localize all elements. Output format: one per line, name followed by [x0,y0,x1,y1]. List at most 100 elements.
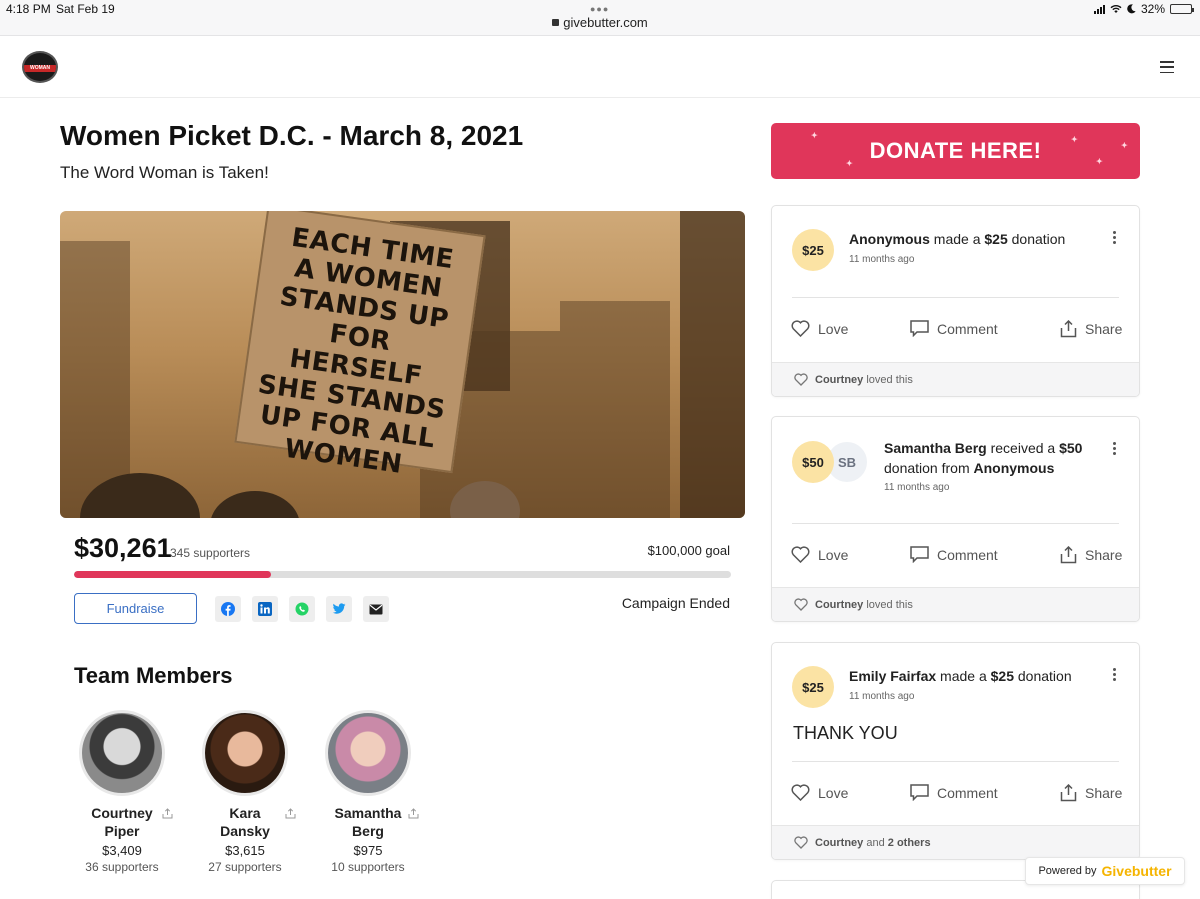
footer-text: loved this [866,598,913,611]
donation-amount: $50 [1059,440,1083,456]
member-last-name: Piper [104,823,140,839]
love-button[interactable]: Love [791,320,848,337]
progress-bar [74,571,731,578]
liker-name[interactable]: Courtney [815,599,863,611]
share-buttons [215,596,389,622]
donation-headline: Emily Fairfax made a $25 donation [849,666,1072,686]
donation-amount-badge: $25 [792,229,834,271]
comment-button[interactable]: Comment [910,784,998,801]
share-icon [1060,784,1077,802]
logo-text: WOMAN [30,65,50,71]
donation-amount: $25 [984,231,1008,247]
givebutter-logo: Givebutter [1101,863,1172,879]
donate-button[interactable]: ✦ ✦ ✦ ✦ ✦ DONATE HERE! [771,123,1140,179]
headline-text: made a [936,668,991,684]
comment-button[interactable]: Comment [910,320,998,337]
whatsapp-icon[interactable] [289,596,315,622]
footer-text: and [866,836,885,849]
card-footer: Courtney loved this [772,587,1139,621]
donor-name: Emily Fairfax [849,668,937,684]
love-button[interactable]: Love [791,546,848,563]
site-header: WOMAN [0,37,1200,98]
linkedin-icon[interactable] [252,596,278,622]
more-options-icon[interactable] [1113,442,1117,455]
status-bar: 4:18 PM Sat Feb 19 ●●● givebutter.com 32… [0,0,1200,36]
avatar[interactable] [202,710,288,796]
donation-card: $25 Emily Fairfax made a $25 donation 11… [771,642,1140,860]
fundraise-button[interactable]: Fundraise [74,593,197,624]
headline-text: donation [1014,668,1072,684]
avatar[interactable] [79,710,165,796]
liker-name[interactable]: Courtney [815,374,863,386]
campaign-status: Campaign Ended [621,595,730,611]
member-name[interactable]: Courtney Piper [57,804,187,840]
donation-headline: Anonymous made a $25 donation [849,229,1065,249]
site-logo[interactable]: WOMAN [22,51,58,83]
address-bar[interactable]: givebutter.com [0,15,1200,30]
wifi-icon [1110,5,1122,13]
team-member-card[interactable]: Samantha Berg $975 10 supporters [303,710,433,874]
team-member-card[interactable]: Kara Dansky $3,615 27 supporters [180,710,310,874]
liker-name[interactable]: Courtney [815,837,863,849]
card-footer: Courtney and 2 others [772,825,1139,859]
comment-label: Comment [937,784,998,801]
heart-icon [794,373,808,386]
member-name[interactable]: Kara Dansky [180,804,310,840]
share-button[interactable]: Share [1060,546,1122,564]
donation-time: 11 months ago [849,691,915,702]
share-label: Share [1085,785,1123,801]
status-time: 4:18 PM [6,2,51,16]
love-label: Love [818,784,849,801]
heart-icon [794,598,808,611]
avatar[interactable] [325,710,411,796]
member-first-name: Samantha [334,805,402,821]
share-icon [1060,320,1077,338]
powered-by-badge[interactable]: Powered by Givebutter [1025,857,1185,885]
member-first-name: Courtney [91,805,153,821]
email-icon[interactable] [363,596,389,622]
headline-text: received a [986,440,1060,456]
member-name[interactable]: Samantha Berg [303,804,433,840]
url-text: givebutter.com [563,15,648,30]
member-first-name: Kara [229,805,261,821]
donation-message: THANK YOU [793,723,898,743]
share-button[interactable]: Share [1060,784,1122,802]
others-link[interactable]: 2 others [888,837,931,849]
twitter-icon[interactable] [326,596,352,622]
love-button[interactable]: Love [791,784,848,801]
multitask-dots-icon[interactable]: ●●● [590,4,609,14]
status-date: Sat Feb 19 [56,2,115,16]
heart-icon [791,546,810,563]
comment-label: Comment [937,320,998,337]
campaign-hero-image: EACH TIME A WOMEN STANDS UP FOR HERSELF … [60,211,745,518]
more-options-icon[interactable] [1113,668,1117,681]
share-icon[interactable] [408,808,419,819]
comment-icon [910,546,929,563]
signal-icon [1093,4,1105,14]
member-last-name: Dansky [220,823,270,839]
team-members-heading: Team Members [74,663,233,688]
battery-icon [1170,4,1194,14]
donate-label: DONATE HERE! [869,138,1042,163]
share-icon[interactable] [162,808,173,819]
donor-name: Anonymous [849,231,930,247]
donation-time: 11 months ago [849,254,915,265]
recipient-name[interactable]: Samantha Berg [884,440,987,456]
headline-text: made a [929,231,985,247]
comment-button[interactable]: Comment [910,546,998,563]
donor-name: Anonymous [973,460,1055,476]
member-supporters: 10 supporters [331,860,405,874]
progress-fill [74,571,272,578]
comment-icon [910,784,929,801]
menu-icon[interactable] [1160,61,1174,73]
comment-icon [910,320,929,337]
member-supporters: 36 supporters [85,860,159,874]
heart-icon [791,320,810,337]
share-button[interactable]: Share [1060,320,1122,338]
more-options-icon[interactable] [1113,231,1117,244]
share-icon[interactable] [285,808,296,819]
facebook-icon[interactable] [215,596,241,622]
battery-percent: 32% [1140,2,1165,16]
team-member-card[interactable]: Courtney Piper $3,409 36 supporters [57,710,187,874]
status-indicators: 32% [1093,2,1194,16]
